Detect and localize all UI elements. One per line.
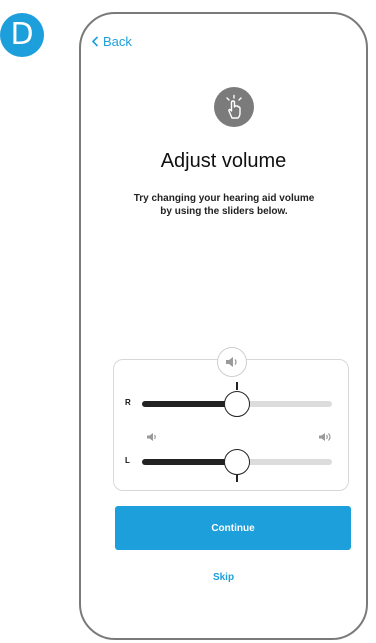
page-subtitle: Try changing your hearing aid volume by … — [133, 193, 315, 217]
page-title: Adjust volume — [160, 150, 287, 172]
left-volume-fill — [142, 459, 237, 465]
continue-button[interactable]: Continue — [115, 506, 351, 550]
chevron-left-icon — [91, 36, 99, 47]
speaker-low-icon — [147, 433, 156, 441]
hand-tap-icon — [214, 87, 254, 127]
phone-frame: Back Adjust volume Try changing your hea… — [79, 12, 368, 640]
left-volume-knob[interactable] — [224, 449, 250, 475]
right-volume-fill — [142, 401, 237, 407]
knob-tick — [236, 474, 238, 482]
volume-card: R L — [113, 347, 349, 491]
back-label: Back — [103, 34, 132, 49]
step-badge: D — [0, 13, 44, 57]
back-button[interactable]: Back — [91, 34, 132, 49]
speaker-high-icon — [319, 433, 331, 441]
knob-tick — [236, 382, 238, 390]
slider-label-left: L — [125, 456, 130, 465]
speaker-icon[interactable] — [217, 347, 247, 377]
slider-label-right: R — [125, 398, 131, 407]
skip-link[interactable]: Skip — [81, 572, 366, 583]
right-volume-knob[interactable] — [224, 391, 250, 417]
